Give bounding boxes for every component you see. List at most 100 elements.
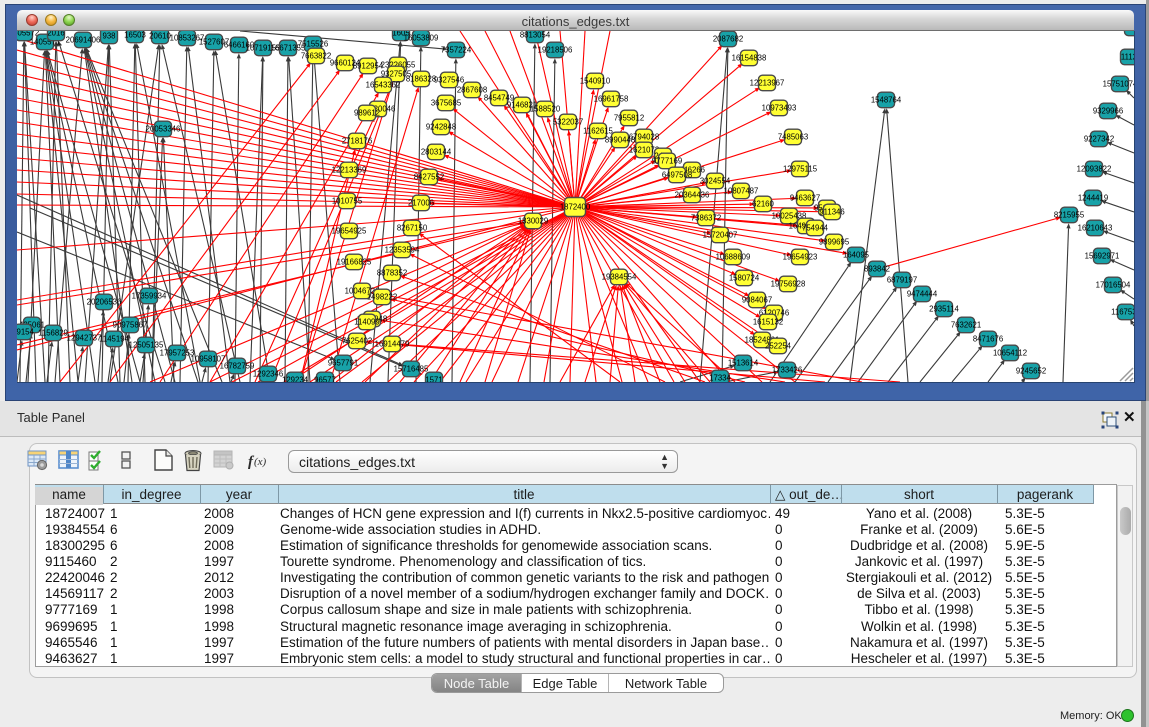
svg-text:8186328: 8186328 xyxy=(406,74,436,83)
svg-text:1156829: 1156829 xyxy=(38,328,68,337)
svg-text:9227342: 9227342 xyxy=(1084,134,1114,143)
svg-text:1167534: 1167534 xyxy=(1111,307,1134,316)
svg-text:16782759: 16782759 xyxy=(220,361,255,370)
svg-text:7663822: 7663822 xyxy=(301,51,331,60)
svg-text:2803144: 2803144 xyxy=(421,147,452,156)
svg-text:8215955: 8215955 xyxy=(1054,210,1085,219)
svg-text:17359934: 17359934 xyxy=(132,291,167,300)
svg-text:20610: 20610 xyxy=(149,31,171,40)
svg-text:6794028: 6794028 xyxy=(629,132,659,141)
svg-text:12213967: 12213967 xyxy=(750,78,785,87)
svg-text:2867608: 2867608 xyxy=(457,85,487,94)
svg-text:911346: 911346 xyxy=(819,207,844,216)
svg-text:9463627: 9463627 xyxy=(790,193,820,202)
svg-text:1498222: 1498222 xyxy=(367,292,397,301)
svg-text:9242848: 9242848 xyxy=(426,122,456,131)
svg-text:8427552: 8427552 xyxy=(414,172,444,181)
svg-text:3675685: 3675685 xyxy=(431,98,462,107)
svg-text:1162615: 1162615 xyxy=(583,126,613,135)
svg-text:16961758: 16961758 xyxy=(594,94,629,103)
svg-text:10688609: 10688609 xyxy=(716,252,751,261)
svg-text:893842: 893842 xyxy=(864,264,890,273)
svg-text:8471676: 8471676 xyxy=(973,334,1003,343)
svg-text:10973493: 10973493 xyxy=(762,103,797,112)
svg-text:9474444: 9474444 xyxy=(907,289,938,298)
svg-text:16210643: 16210643 xyxy=(1078,223,1113,232)
svg-text:1588520: 1588520 xyxy=(530,104,561,113)
svg-text:938: 938 xyxy=(102,31,115,40)
svg-text:9657791: 9657791 xyxy=(328,358,358,367)
svg-text:10654112: 10654112 xyxy=(993,348,1027,357)
svg-text:12213369: 12213369 xyxy=(332,165,367,174)
svg-text:15692971: 15692971 xyxy=(1085,251,1120,260)
svg-text:7955812: 7955812 xyxy=(614,113,644,122)
svg-text:19756928: 19756928 xyxy=(771,279,806,288)
svg-text:1292346: 1292346 xyxy=(253,369,283,378)
svg-text:114099: 114099 xyxy=(354,317,379,326)
svg-text:7357224: 7357224 xyxy=(441,45,472,54)
svg-text:(x): (x) xyxy=(254,456,267,468)
svg-text:9899695: 9899695 xyxy=(819,237,850,246)
svg-text:19654923: 19654923 xyxy=(783,252,818,261)
svg-text:1145194: 1145194 xyxy=(99,334,129,343)
svg-text:1615132: 1615132 xyxy=(753,317,783,326)
svg-text:7515526: 7515526 xyxy=(298,39,328,48)
svg-text:1112: 1112 xyxy=(1125,31,1134,32)
svg-text:20053346: 20053346 xyxy=(146,124,181,133)
svg-text:62160: 62160 xyxy=(752,199,774,208)
svg-text:2718176: 2718176 xyxy=(342,136,372,145)
svg-text:1571: 1571 xyxy=(425,375,442,382)
svg-text:17957253: 17957253 xyxy=(160,348,195,357)
svg-text:2935114: 2935114 xyxy=(929,304,959,313)
svg-text:3024554: 3024554 xyxy=(700,176,731,185)
svg-text:7386372: 7386372 xyxy=(691,213,721,222)
svg-text:1872400: 1872400 xyxy=(560,202,591,211)
svg-text:217006: 217006 xyxy=(408,198,434,207)
svg-text:7485063: 7485063 xyxy=(778,132,808,141)
svg-text:20206536: 20206536 xyxy=(87,297,122,306)
svg-text:12975115: 12975115 xyxy=(783,164,818,173)
svg-text:9329966: 9329966 xyxy=(1093,106,1123,115)
svg-text:9777169: 9777169 xyxy=(652,156,682,165)
svg-text:20364436: 20364436 xyxy=(675,190,710,199)
svg-text:16503: 16503 xyxy=(124,31,146,39)
svg-text:12353594: 12353594 xyxy=(385,245,420,254)
svg-text:16053809: 16053809 xyxy=(404,33,439,42)
svg-text:164095: 164095 xyxy=(843,250,870,259)
svg-text:96577: 96577 xyxy=(314,375,336,382)
svg-text:5322037: 5322037 xyxy=(553,117,583,126)
svg-text:2016: 2016 xyxy=(47,31,64,37)
svg-text:39154: 39154 xyxy=(17,327,35,336)
svg-text:6497508: 6497508 xyxy=(662,170,692,179)
svg-text:9084067: 9084067 xyxy=(742,295,772,304)
svg-text:1830029: 1830029 xyxy=(518,216,548,225)
svg-text:20691406: 20691406 xyxy=(66,35,101,44)
svg-text:17334: 17334 xyxy=(709,373,731,382)
svg-text:16154838: 16154838 xyxy=(732,53,767,62)
svg-text:12093822: 12093822 xyxy=(1077,164,1112,173)
svg-text:8267150: 8267150 xyxy=(397,223,428,232)
svg-text:1548764: 1548764 xyxy=(871,95,902,104)
svg-text:16543362: 16543362 xyxy=(366,80,401,89)
svg-text:9245652: 9245652 xyxy=(1016,366,1046,375)
svg-text:8878352: 8878352 xyxy=(377,268,407,277)
svg-text:252254: 252254 xyxy=(765,341,792,350)
svg-text:1513614: 1513614 xyxy=(728,358,759,367)
svg-text:1540910: 1540910 xyxy=(580,76,611,85)
svg-text:15751074: 15751074 xyxy=(1103,79,1134,88)
svg-text:19654925: 19654925 xyxy=(332,226,367,235)
svg-text:15716485: 15716485 xyxy=(394,364,429,373)
svg-text:19218506: 19218506 xyxy=(538,45,573,54)
svg-text:1010755: 1010755 xyxy=(332,196,363,205)
svg-text:16914479: 16914479 xyxy=(375,339,410,348)
svg-text:19166825: 19166825 xyxy=(337,257,372,266)
svg-text:17016504: 17016504 xyxy=(1096,280,1131,289)
svg-text:8813054: 8813054 xyxy=(520,31,551,39)
svg-text:1112: 1112 xyxy=(1121,52,1134,61)
svg-text:10807487: 10807487 xyxy=(724,186,759,195)
svg-text:1244419: 1244419 xyxy=(1078,193,1108,202)
svg-text:7632621: 7632621 xyxy=(951,320,981,329)
svg-text:9327546: 9327546 xyxy=(434,75,464,84)
svg-text:989612: 989612 xyxy=(354,108,380,117)
svg-text:1580724: 1580724 xyxy=(729,273,760,282)
